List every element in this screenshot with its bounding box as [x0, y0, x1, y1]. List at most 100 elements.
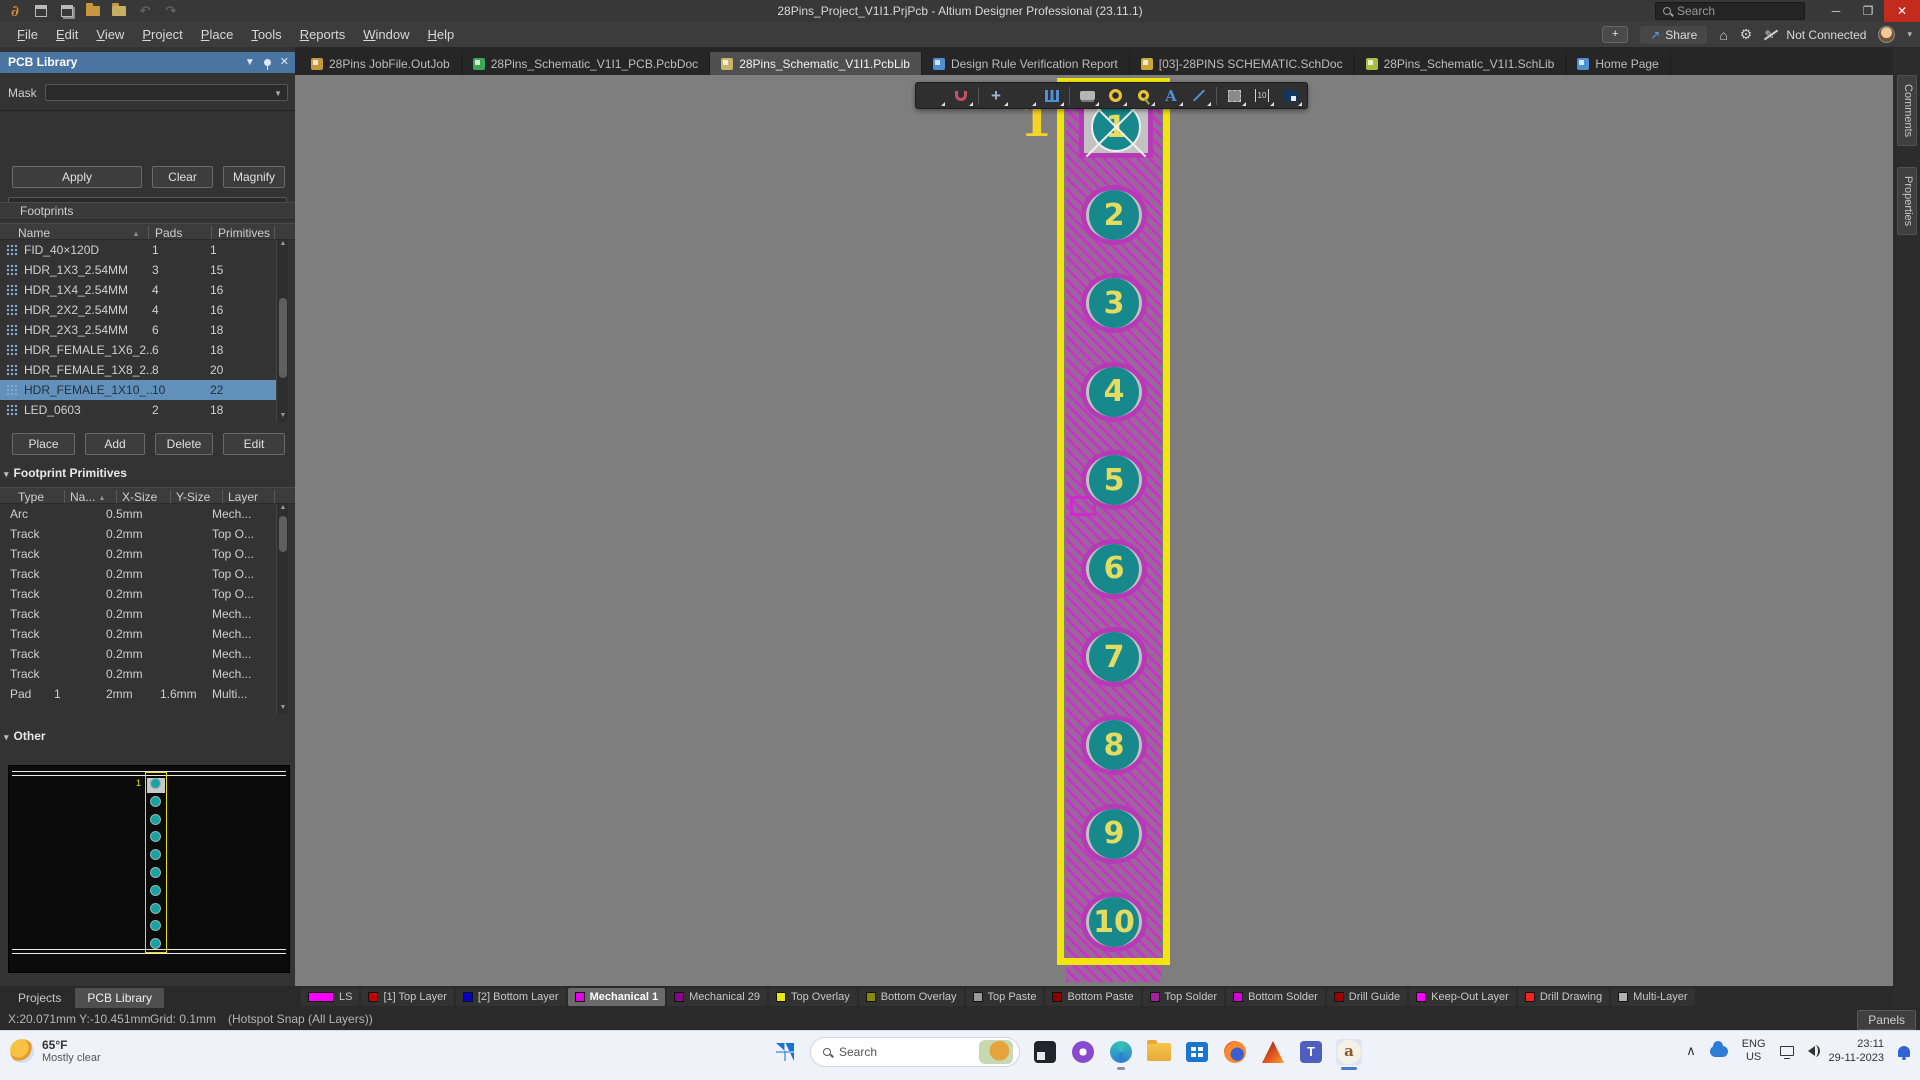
tab-comments[interactable]: Comments [1897, 75, 1917, 146]
pad-5[interactable]: 5 [1081, 450, 1147, 510]
menu-place[interactable]: Place [192, 24, 243, 45]
table-row[interactable]: Track0.2mmMech... [0, 664, 276, 684]
col-xsize[interactable]: X-Size [122, 490, 157, 504]
room-icon[interactable] [1277, 84, 1303, 107]
altium-app-icon[interactable]: a [1336, 1039, 1362, 1065]
pad-7[interactable]: 7 [1081, 627, 1147, 687]
pad-2[interactable]: 2 [1081, 185, 1147, 245]
table-row[interactable]: Track0.2mmTop O... [0, 524, 276, 544]
layer-tab[interactable]: Bottom Overlay [859, 988, 964, 1006]
magnify-button[interactable]: Magnify [223, 166, 285, 188]
doc-tab[interactable]: 28Pins JobFile.OutJob [300, 52, 462, 75]
layer-tab[interactable]: Top Paste [966, 988, 1044, 1006]
title-search-box[interactable]: Search [1655, 2, 1805, 20]
footprints-scrollbar[interactable]: ▲ ▼ [276, 240, 288, 422]
table-row[interactable]: Track0.2mmTop O... [0, 584, 276, 604]
notifications-bell-icon[interactable] [1898, 1046, 1910, 1057]
redo-icon[interactable]: ↷ [162, 3, 180, 19]
text-icon[interactable]: A [1158, 84, 1184, 107]
edit-button[interactable]: Edit [223, 433, 285, 455]
selection-filter-icon[interactable] [920, 84, 946, 107]
table-row[interactable]: Track0.2mmMech... [0, 644, 276, 664]
edge-app-icon[interactable] [1108, 1039, 1134, 1065]
teams-app-icon[interactable]: T [1298, 1039, 1324, 1065]
weather-widget[interactable]: 65°F Mostly clear [10, 1038, 101, 1064]
menu-file[interactable]: File [8, 24, 47, 45]
menu-edit[interactable]: Edit [47, 24, 87, 45]
table-row[interactable]: Pad12mm1.6mmMulti... [0, 684, 276, 704]
snap-icon[interactable] [948, 84, 974, 107]
col-ysize[interactable]: Y-Size [176, 490, 210, 504]
tab-properties[interactable]: Properties [1897, 167, 1917, 235]
apply-button[interactable]: Apply [12, 166, 142, 188]
matlab-app-icon[interactable] [1260, 1039, 1286, 1065]
col-primitives[interactable]: Primitives [218, 226, 270, 240]
dimension-icon[interactable]: 10 [1249, 84, 1275, 107]
clear-button[interactable]: Clear [152, 166, 213, 188]
mask-dropdown[interactable] [45, 84, 288, 101]
menu-window[interactable]: Window [354, 24, 418, 45]
language-switcher[interactable]: ENGUS [1742, 1038, 1766, 1064]
tray-chevron-icon[interactable]: ∧ [1686, 1043, 1696, 1059]
doc-tab[interactable]: 28Pins_Schematic_V1I1.SchLib [1355, 52, 1567, 75]
col-layer[interactable]: Layer [228, 490, 258, 504]
pad-icon[interactable] [1102, 84, 1128, 107]
network-icon[interactable] [1780, 1046, 1794, 1056]
table-row[interactable]: Track0.2mmMech... [0, 624, 276, 644]
save-icon[interactable] [32, 3, 50, 19]
footprint-preview[interactable]: 1 [8, 765, 290, 973]
delete-button[interactable]: Delete [155, 433, 213, 455]
clock[interactable]: 23:1129-11-2023 [1829, 1037, 1884, 1066]
firefox-app-icon[interactable] [1222, 1039, 1248, 1065]
share-button[interactable]: ↗Share [1640, 26, 1707, 44]
move-icon[interactable]: + [983, 84, 1009, 107]
chevron-down-icon[interactable]: ▾ [1907, 29, 1912, 40]
table-row[interactable]: Track0.2mmMech... [0, 604, 276, 624]
component-icon[interactable] [1074, 84, 1100, 107]
layer-tab[interactable]: Top Solder [1143, 988, 1225, 1006]
grid-icon[interactable] [1039, 84, 1065, 107]
line-icon[interactable] [1186, 84, 1212, 107]
pcb-editor-canvas[interactable]: 1 12345678910 +A10 [295, 75, 1893, 986]
pad-4[interactable]: 4 [1081, 362, 1147, 422]
minimize-button[interactable]: ─ [1820, 0, 1852, 22]
gear-icon[interactable]: ⚙ [1740, 26, 1753, 43]
avatar[interactable] [1878, 26, 1895, 43]
table-row[interactable]: Track0.2mmTop O... [0, 564, 276, 584]
maximize-button[interactable]: ❐ [1852, 0, 1884, 22]
panels-button[interactable]: Panels [1857, 1010, 1916, 1030]
start-button[interactable] [772, 1039, 798, 1065]
doc-tab[interactable]: 28Pins_Schematic_V1I1_PCB.PcbDoc [462, 52, 710, 75]
panel-tab-projects[interactable]: Projects [6, 988, 73, 1008]
pad-3[interactable]: 3 [1081, 273, 1147, 333]
col-name[interactable]: Name [18, 226, 50, 240]
table-row[interactable]: HDR_FEMALE_1X8_2...820 [0, 360, 276, 380]
layer-tab[interactable]: Bottom Paste [1045, 988, 1140, 1006]
panel-close-icon[interactable]: ✕ [280, 52, 289, 73]
doc-tab[interactable]: Home Page [1566, 52, 1670, 75]
table-row[interactable]: HDR_2X3_2.54MM618 [0, 320, 276, 340]
onedrive-icon[interactable] [1710, 1046, 1728, 1057]
layer-tab[interactable]: [1] Top Layer [361, 988, 453, 1006]
home-icon[interactable]: ⌂ [1719, 27, 1727, 43]
layer-tab[interactable]: Drill Drawing [1518, 988, 1609, 1006]
save-all-icon[interactable] [58, 3, 76, 19]
photos-app-icon[interactable] [1032, 1039, 1058, 1065]
store-app-icon[interactable] [1184, 1039, 1210, 1065]
pin-icon[interactable] [264, 59, 271, 66]
pad-9[interactable]: 9 [1081, 804, 1147, 864]
table-row[interactable]: Arc0.5mmMech... [0, 504, 276, 524]
layer-tab[interactable]: Mechanical 29 [667, 988, 767, 1006]
footprints-section-header[interactable]: Footprints [0, 202, 295, 220]
col-pads[interactable]: Pads [155, 226, 182, 240]
panel-menu-icon[interactable]: ▼ [245, 52, 255, 73]
table-row[interactable]: LED_0603218 [0, 400, 276, 420]
select-area-icon[interactable] [1011, 84, 1037, 107]
doc-tab[interactable]: 28Pins_Schematic_V1I1.PcbLib [710, 52, 922, 75]
doc-tab[interactable]: [03]-28PINS SCHEMATIC.SchDoc [1130, 52, 1355, 75]
other-section-header[interactable]: Other [4, 729, 46, 743]
layer-tab[interactable]: [2] Bottom Layer [456, 988, 566, 1006]
menu-help[interactable]: Help [418, 24, 463, 45]
add-button[interactable]: Add [85, 433, 145, 455]
taskbar-search[interactable]: Search [810, 1037, 1020, 1067]
